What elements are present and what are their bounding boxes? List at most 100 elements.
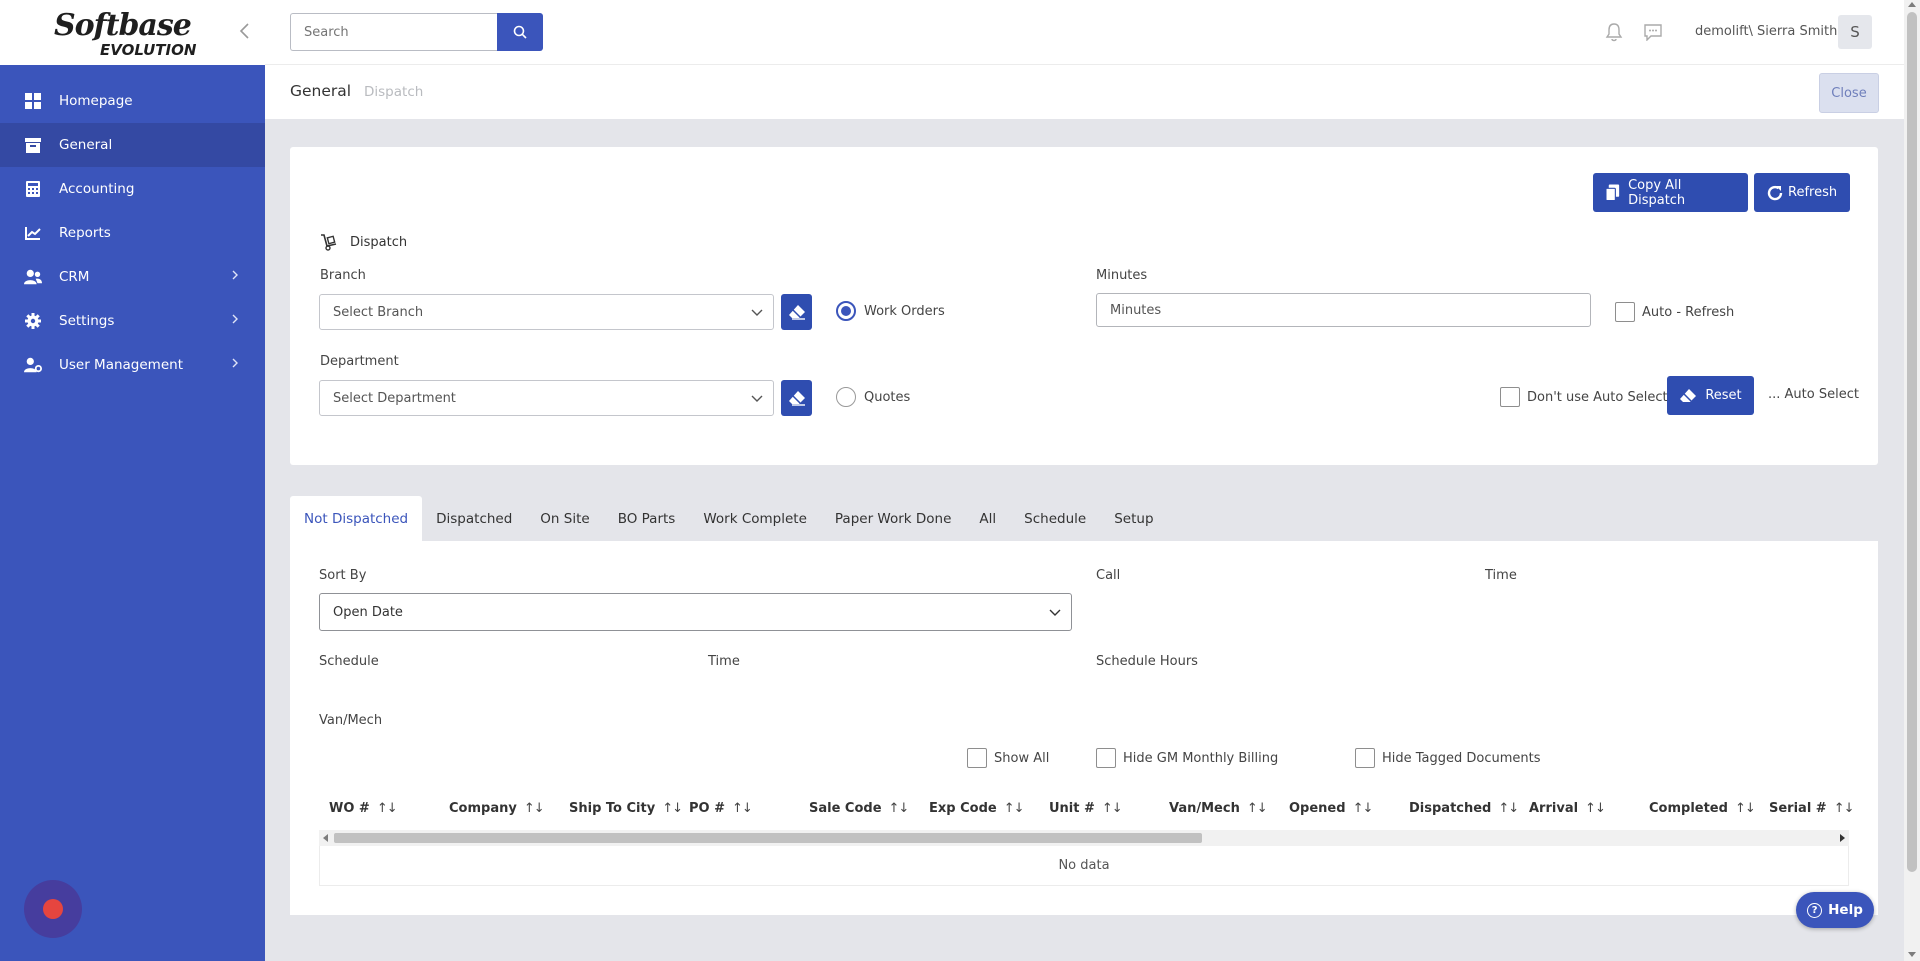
- close-button[interactable]: Close: [1819, 73, 1879, 113]
- scroll-down-icon[interactable]: [1908, 952, 1916, 957]
- help-button[interactable]: ? Help: [1796, 892, 1874, 928]
- tab-all[interactable]: All: [965, 496, 1010, 541]
- user-name[interactable]: demolift\ Sierra Smith: [1695, 24, 1837, 39]
- help-label: Help: [1828, 902, 1863, 918]
- eraser-icon: [788, 391, 805, 406]
- column-header-exp-code[interactable]: Exp Code ↑↓: [929, 801, 1024, 816]
- sidebar-item-crm[interactable]: CRM: [0, 255, 265, 299]
- question-icon: ?: [1807, 902, 1823, 918]
- sidebar-item-user-management[interactable]: User Management: [0, 343, 265, 387]
- column-header-po[interactable]: PO # ↑↓: [689, 801, 753, 816]
- notifications-bell-icon[interactable]: [1605, 22, 1623, 46]
- table-horizontal-scrollbar[interactable]: [319, 830, 1849, 846]
- column-header-wo[interactable]: WO # ↑↓: [329, 801, 398, 816]
- sort-icon[interactable]: ↑↓: [1247, 801, 1268, 816]
- app-logo[interactable]: Softbase EVOLUTION: [54, 8, 204, 60]
- messages-icon[interactable]: [1643, 23, 1663, 45]
- hide-gm-monthly-billing-checkbox[interactable]: Hide GM Monthly Billing: [1096, 748, 1278, 768]
- scroll-right-icon[interactable]: [1840, 834, 1845, 842]
- column-header-dispatched[interactable]: Dispatched ↑↓: [1409, 801, 1519, 816]
- column-header-arrival[interactable]: Arrival ↑↓: [1529, 801, 1606, 816]
- sort-icon[interactable]: ↑↓: [377, 801, 398, 816]
- auto-select-link[interactable]: ... Auto Select: [1768, 387, 1859, 402]
- record-button[interactable]: [24, 880, 82, 938]
- department-select-value: Select Department: [333, 390, 456, 406]
- tab-schedule[interactable]: Schedule: [1010, 496, 1100, 541]
- sort-icon[interactable]: ↑↓: [1834, 801, 1855, 816]
- refresh-icon: [1767, 185, 1783, 200]
- clear-department-button[interactable]: [781, 380, 812, 416]
- collapse-sidebar-icon[interactable]: [238, 22, 254, 42]
- chevron-down-icon: [751, 306, 763, 322]
- column-header-label: WO #: [329, 801, 370, 816]
- record-dot-icon: [43, 899, 63, 919]
- sort-icon[interactable]: ↑↓: [1004, 801, 1025, 816]
- tab-bo-parts[interactable]: BO Parts: [604, 496, 690, 541]
- minutes-input-placeholder: Minutes: [1110, 302, 1162, 318]
- sort-icon[interactable]: ↑↓: [662, 801, 683, 816]
- sort-icon[interactable]: ↑↓: [889, 801, 910, 816]
- refresh-button[interactable]: Refresh: [1754, 173, 1850, 212]
- sidebar-item-reports[interactable]: Reports: [0, 211, 265, 255]
- column-header-van-mech[interactable]: Van/Mech ↑↓: [1169, 801, 1268, 816]
- breadcrumb-current: Dispatch: [364, 84, 424, 100]
- scrollbar-thumb[interactable]: [334, 833, 1202, 843]
- clear-branch-button[interactable]: [781, 294, 812, 330]
- column-header-opened[interactable]: Opened ↑↓: [1289, 801, 1374, 816]
- work-orders-radio[interactable]: Work Orders: [836, 301, 945, 321]
- checkbox-box: [1615, 302, 1635, 322]
- search-input[interactable]: [290, 13, 498, 51]
- sort-icon[interactable]: ↑↓: [1353, 801, 1374, 816]
- copy-all-dispatch-button[interactable]: Copy All Dispatch: [1593, 173, 1748, 212]
- tab-not-dispatched[interactable]: Not Dispatched: [290, 496, 423, 541]
- branch-select[interactable]: Select Branch: [319, 294, 774, 330]
- checkbox-box: [1096, 748, 1116, 768]
- tab-setup[interactable]: Setup: [1100, 496, 1167, 541]
- tab-work-complete[interactable]: Work Complete: [689, 496, 821, 541]
- quotes-radio[interactable]: Quotes: [836, 387, 910, 407]
- tab-dispatched[interactable]: Dispatched: [422, 496, 526, 541]
- avatar[interactable]: S: [1838, 15, 1872, 49]
- minutes-input[interactable]: Minutes: [1096, 293, 1591, 327]
- sidebar-item-accounting[interactable]: Accounting: [0, 167, 265, 211]
- column-header-sale-code[interactable]: Sale Code ↑↓: [809, 801, 910, 816]
- tab-on-site[interactable]: On Site: [526, 496, 603, 541]
- scroll-up-icon[interactable]: [1908, 2, 1916, 7]
- sidebar-item-general[interactable]: General: [0, 123, 265, 167]
- hide-tagged-documents-checkbox[interactable]: Hide Tagged Documents: [1355, 748, 1541, 768]
- radio-indicator: [836, 387, 856, 407]
- reset-button[interactable]: Reset: [1667, 376, 1754, 415]
- sidebar-item-homepage[interactable]: Homepage: [0, 79, 265, 123]
- checkbox-box: [1355, 748, 1375, 768]
- tab-paper-work-done[interactable]: Paper Work Done: [821, 496, 966, 541]
- column-header-company[interactable]: Company ↑↓: [449, 801, 545, 816]
- column-header-completed[interactable]: Completed ↑↓: [1649, 801, 1756, 816]
- sort-icon[interactable]: ↑↓: [1735, 801, 1756, 816]
- column-header-label: Dispatched: [1409, 801, 1492, 816]
- sort-icon[interactable]: ↑↓: [1585, 801, 1606, 816]
- branch-label: Branch: [320, 268, 366, 283]
- sort-icon[interactable]: ↑↓: [1498, 801, 1519, 816]
- scrollbar-thumb[interactable]: [1907, 12, 1917, 872]
- column-header-serial[interactable]: Serial # ↑↓: [1769, 801, 1854, 816]
- sidebar-item-label: User Management: [59, 357, 183, 373]
- column-header-unit[interactable]: Unit # ↑↓: [1049, 801, 1123, 816]
- sort-by-select[interactable]: Open Date: [319, 593, 1072, 631]
- search-button[interactable]: [497, 13, 543, 51]
- sort-icon[interactable]: ↑↓: [524, 801, 545, 816]
- scroll-left-icon[interactable]: [323, 834, 328, 842]
- show-all-checkbox[interactable]: Show All: [967, 748, 1049, 768]
- column-header-ship-to-city[interactable]: Ship To City ↑↓: [569, 801, 683, 816]
- sort-icon[interactable]: ↑↓: [1102, 801, 1123, 816]
- archive-box-icon: [24, 136, 42, 154]
- dont-use-auto-select-checkbox[interactable]: Don't use Auto Select: [1500, 387, 1668, 407]
- van-mech-label: Van/Mech: [319, 713, 383, 728]
- auto-refresh-label: Auto - Refresh: [1642, 304, 1735, 320]
- auto-refresh-checkbox[interactable]: Auto - Refresh: [1615, 302, 1734, 322]
- sort-icon[interactable]: ↑↓: [732, 801, 753, 816]
- department-select[interactable]: Select Department: [319, 380, 774, 416]
- hand-truck-icon: [321, 234, 337, 251]
- dispatch-section-title: Dispatch: [320, 233, 407, 251]
- sidebar-item-settings[interactable]: Settings: [0, 299, 265, 343]
- page-vertical-scrollbar[interactable]: [1904, 0, 1920, 961]
